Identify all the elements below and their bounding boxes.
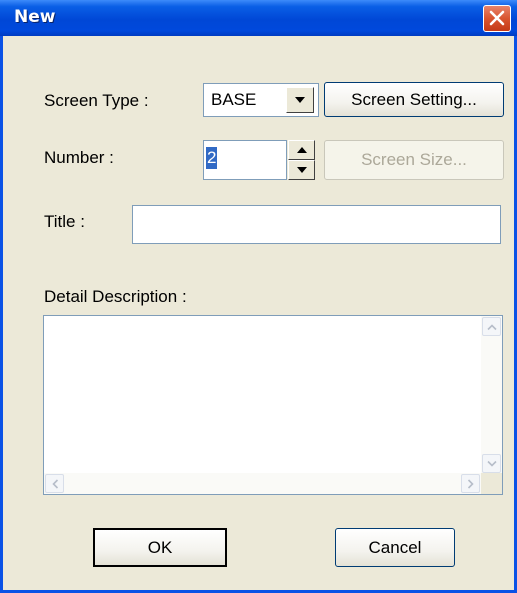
chevron-left-icon [51,478,58,489]
close-button[interactable] [483,5,511,32]
scroll-up-button[interactable] [482,317,501,336]
scroll-left-button[interactable] [45,474,64,493]
screen-setting-button[interactable]: Screen Setting... [324,82,504,117]
screen-type-label: Screen Type : [44,91,149,110]
ok-button[interactable]: OK [93,528,227,567]
vertical-scrollbar[interactable] [481,316,502,474]
cancel-button[interactable]: Cancel [335,528,455,567]
close-icon [489,10,505,26]
detail-description-textarea[interactable] [43,315,503,495]
number-spin-down-button[interactable] [288,160,315,180]
title-label: Title : [44,212,85,231]
chevron-down-icon [486,460,497,467]
number-spin-up-button[interactable] [288,140,315,160]
screen-type-value: BASE [211,90,257,109]
number-value: 2 [206,147,218,169]
horizontal-scrollbar[interactable] [44,473,481,494]
scroll-right-button[interactable] [461,474,480,493]
number-input[interactable]: 2 [203,140,287,180]
detail-description-label: Detail Description : [44,287,187,306]
screen-type-dropdown-button[interactable] [286,87,314,113]
new-dialog: New Screen Type : BASE Screen Setting...… [0,0,517,593]
title-input[interactable] [132,205,501,244]
triangle-down-icon [296,167,307,173]
scroll-down-button[interactable] [482,454,501,473]
title-bar[interactable]: New [0,0,517,36]
triangle-up-icon [296,147,307,153]
chevron-down-icon [295,97,305,103]
chevron-up-icon [486,323,497,330]
screen-size-button[interactable]: Screen Size... [324,140,504,180]
screen-type-select[interactable]: BASE [203,83,319,117]
number-label: Number : [44,148,114,167]
chevron-right-icon [467,478,474,489]
window-title: New [14,7,56,27]
scrollbar-corner [481,473,502,494]
